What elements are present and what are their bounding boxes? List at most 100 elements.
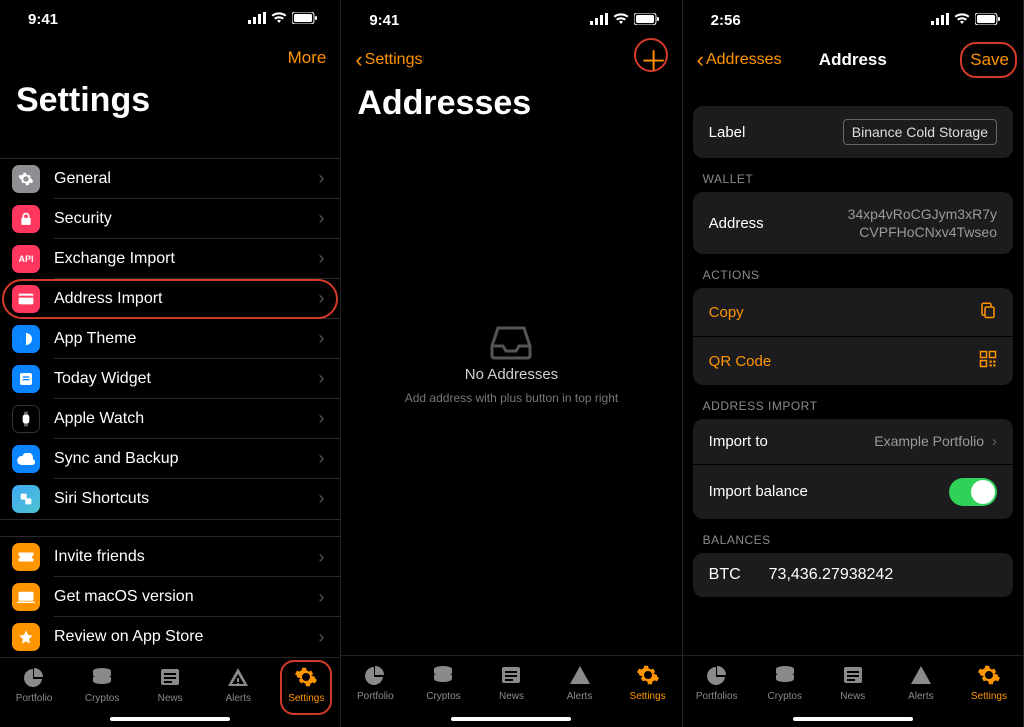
row-siri-shortcuts[interactable]: Siri Shortcuts ›: [0, 479, 340, 519]
status-bar: 9:41: [341, 0, 681, 40]
screen-addresses: 9:41 ‹ Settings ＋ Addresses No Addresses…: [341, 0, 682, 727]
row-label: Siri Shortcuts: [54, 490, 318, 508]
balance-amount: 73,436.27938242: [769, 566, 894, 584]
balance-symbol: BTC: [709, 566, 769, 584]
status-time: 9:41: [369, 12, 399, 29]
row-get-macos[interactable]: Get macOS version ›: [0, 577, 340, 617]
screen-address-detail: 2:56 ‹ Addresses Address Save Label Bina…: [683, 0, 1024, 727]
news-icon: [157, 664, 183, 690]
label-cell[interactable]: Label Binance Cold Storage: [693, 106, 1013, 158]
label-input[interactable]: Binance Cold Storage: [843, 119, 997, 145]
chevron-right-icon: ›: [318, 208, 324, 229]
highlight-ring: [960, 42, 1017, 78]
status-time: 9:41: [28, 11, 58, 28]
row-security[interactable]: Security ›: [0, 199, 340, 239]
chevron-right-icon: ›: [318, 168, 324, 189]
news-icon: [498, 662, 524, 688]
row-app-theme[interactable]: App Theme ›: [0, 319, 340, 359]
tab-label: News: [840, 691, 865, 702]
status-indicators: [931, 12, 1001, 29]
tab-label: Alerts: [567, 691, 593, 702]
more-button[interactable]: More: [288, 48, 327, 68]
address-content: Label Binance Cold Storage WALLET Addres…: [683, 80, 1023, 655]
chevron-right-icon: ›: [318, 448, 324, 469]
row-address-import[interactable]: Address Import ›: [0, 279, 340, 319]
alert-icon: [567, 662, 593, 688]
gear-icon: [976, 662, 1002, 688]
ticket-icon: [12, 543, 40, 571]
settings-group-2: Invite friends › Get macOS version › Rev…: [0, 536, 340, 657]
wifi-icon: [271, 11, 287, 28]
tab-label: News: [499, 691, 524, 702]
row-label: App Theme: [54, 330, 318, 348]
battery-icon: [634, 12, 660, 29]
chevron-right-icon: ›: [318, 488, 324, 509]
lock-icon: [12, 205, 40, 233]
row-label: Sync and Backup: [54, 450, 318, 468]
highlight-ring: [280, 660, 332, 715]
add-button[interactable]: ＋: [640, 40, 668, 80]
home-indicator: [793, 717, 913, 721]
wifi-icon: [954, 12, 970, 29]
row-exchange-import[interactable]: API Exchange Import ›: [0, 239, 340, 279]
mac-icon: [12, 583, 40, 611]
nav-bar: ‹ Settings ＋: [341, 40, 681, 80]
status-bar: 2:56: [683, 0, 1023, 40]
pie-icon: [21, 664, 47, 690]
tab-label: News: [158, 693, 183, 704]
signal-icon: [590, 12, 608, 29]
row-apple-watch[interactable]: Apple Watch ›: [0, 399, 340, 439]
copy-action[interactable]: Copy: [693, 288, 1013, 336]
home-indicator: [451, 717, 571, 721]
star-icon: [12, 623, 40, 651]
back-label: Settings: [365, 51, 423, 69]
row-invite-friends[interactable]: Invite friends ›: [0, 537, 340, 577]
row-label: Today Widget: [54, 370, 318, 388]
save-button[interactable]: Save: [970, 50, 1009, 70]
tab-portfolio[interactable]: Portfolio: [341, 662, 409, 727]
stack-icon: [772, 662, 798, 688]
status-time: 2:56: [711, 12, 741, 29]
tab-settings[interactable]: Settings: [955, 662, 1023, 727]
back-button[interactable]: ‹ Addresses: [697, 49, 782, 71]
cloud-icon: [12, 445, 40, 473]
tab-portfolio[interactable]: Portfolio: [0, 664, 68, 727]
actions-group: Copy QR Code: [693, 288, 1013, 385]
widget-icon: [12, 365, 40, 393]
page-title: Settings: [0, 77, 340, 130]
row-today-widget[interactable]: Today Widget ›: [0, 359, 340, 399]
import-header: ADDRESS IMPORT: [683, 385, 1023, 419]
alert-icon: [908, 662, 934, 688]
wifi-icon: [613, 12, 629, 29]
wallet-group: Address 34xp4vRoCGJym3xR7y CVPFHoCNxv4Tw…: [693, 192, 1013, 254]
row-sync-backup[interactable]: Sync and Backup ›: [0, 439, 340, 479]
tab-settings[interactable]: Settings: [614, 662, 682, 727]
actions-header: ACTIONS: [683, 254, 1023, 288]
import-balance-toggle[interactable]: [949, 478, 997, 506]
settings-content: General › Security › API Exchange Import…: [0, 130, 340, 657]
label-group: Label Binance Cold Storage: [693, 106, 1013, 158]
row-general[interactable]: General ›: [0, 159, 340, 199]
chevron-right-icon: ›: [318, 587, 324, 608]
gear-icon: [635, 662, 661, 688]
row-label: Invite friends: [54, 548, 318, 566]
back-button[interactable]: ‹ Settings: [355, 49, 422, 71]
balances-group: BTC 73,436.27938242: [693, 553, 1013, 597]
siri-icon: [12, 485, 40, 513]
tab-portfolios[interactable]: Portfolios: [683, 662, 751, 727]
row-review-appstore[interactable]: Review on App Store ›: [0, 617, 340, 657]
tab-settings[interactable]: Settings: [272, 664, 340, 727]
pie-icon: [362, 662, 388, 688]
address-label: Address: [709, 215, 848, 232]
chevron-left-icon: ‹: [355, 49, 362, 71]
import-to-cell[interactable]: Import to Example Portfolio ›: [693, 419, 1013, 463]
news-icon: [840, 662, 866, 688]
signal-icon: [248, 11, 266, 28]
chevron-right-icon: ›: [318, 627, 324, 648]
tab-label: Settings: [971, 691, 1007, 702]
tab-label: Alerts: [225, 693, 251, 704]
qr-action[interactable]: QR Code: [693, 336, 1013, 385]
import-to-value: Example Portfolio: [874, 432, 984, 450]
tab-label: Settings: [630, 691, 666, 702]
pie-icon: [704, 662, 730, 688]
